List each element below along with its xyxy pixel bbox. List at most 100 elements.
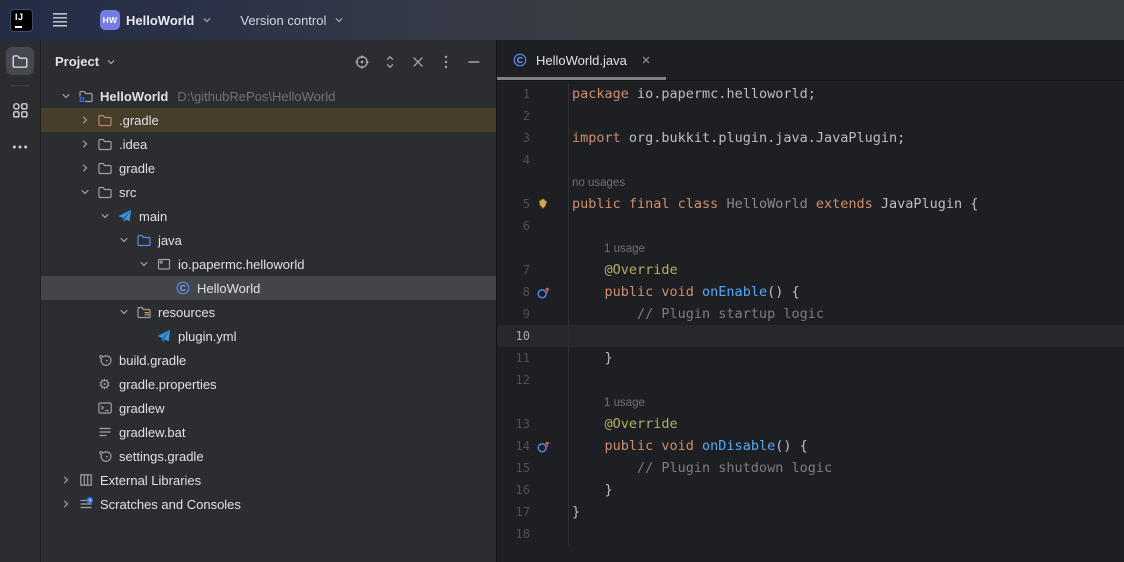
inlay-hint-row[interactable]: no usages bbox=[497, 171, 1124, 193]
tree-item[interactable]: .idea bbox=[41, 132, 496, 156]
chevron-down-icon[interactable] bbox=[116, 304, 132, 320]
chevron-down-icon bbox=[332, 13, 346, 27]
code-text[interactable] bbox=[568, 369, 1124, 391]
project-toolwindow-button[interactable] bbox=[6, 47, 34, 75]
code-line[interactable]: 6 bbox=[497, 215, 1124, 237]
tree-item[interactable]: HelloWorldD:\githubRePos\HelloWorld bbox=[41, 84, 496, 108]
tree-item[interactable]: Scratches and Consoles bbox=[41, 492, 496, 516]
code-line[interactable]: 3import org.bukkit.plugin.java.JavaPlugi… bbox=[497, 127, 1124, 149]
code-line[interactable]: 11 } bbox=[497, 347, 1124, 369]
chevron-down-icon[interactable] bbox=[77, 184, 93, 200]
code-line[interactable]: 9 // Plugin startup logic bbox=[497, 303, 1124, 325]
chevron-right-icon[interactable] bbox=[58, 472, 74, 488]
expand-selection-button[interactable] bbox=[379, 51, 400, 72]
code-line[interactable]: 13 @Override bbox=[497, 413, 1124, 435]
code-line[interactable]: 15 // Plugin shutdown logic bbox=[497, 457, 1124, 479]
code-text[interactable]: @Override bbox=[568, 259, 1124, 281]
code-line[interactable]: 1package io.papermc.helloworld; bbox=[497, 83, 1124, 105]
main-menu-icon[interactable] bbox=[51, 12, 69, 28]
chevron-down-icon bbox=[200, 13, 214, 27]
gutter[interactable] bbox=[530, 197, 568, 211]
inlay-hint-row[interactable]: 1 usage bbox=[497, 237, 1124, 259]
tab-title: HelloWorld.java bbox=[536, 53, 627, 68]
code-line[interactable]: 5public final class HelloWorld extends J… bbox=[497, 193, 1124, 215]
overrides-method-gutter-icon[interactable] bbox=[536, 439, 551, 454]
code-line[interactable]: 10 bbox=[497, 325, 1124, 347]
tree-item[interactable]: build.gradle bbox=[41, 348, 496, 372]
tree-item[interactable]: io.papermc.helloworld bbox=[41, 252, 496, 276]
chevron-down-icon[interactable] bbox=[58, 88, 74, 104]
tree-item[interactable]: java bbox=[41, 228, 496, 252]
chevron-right-icon[interactable] bbox=[77, 112, 93, 128]
code-editor[interactable]: 1package io.papermc.helloworld;23import … bbox=[497, 81, 1124, 562]
tree-item[interactable]: settings.gradle bbox=[41, 444, 496, 468]
code-text[interactable] bbox=[568, 325, 1124, 347]
code-line[interactable]: 4 bbox=[497, 149, 1124, 171]
hide-panel-button[interactable] bbox=[463, 51, 484, 72]
tree-item[interactable]: plugin.yml bbox=[41, 324, 496, 348]
version-control-widget-button[interactable]: Version control bbox=[232, 9, 354, 32]
folder-source-icon bbox=[135, 232, 152, 248]
tree-item[interactable]: CHelloWorld bbox=[41, 276, 496, 300]
code-line[interactable]: 7 @Override bbox=[497, 259, 1124, 281]
code-text[interactable]: } bbox=[568, 347, 1124, 369]
project-widget-button[interactable]: HW HelloWorld bbox=[92, 6, 222, 34]
code-text[interactable]: @Override bbox=[568, 413, 1124, 435]
usage-inlay-hint[interactable]: 1 usage bbox=[568, 391, 1124, 413]
chevron-down-icon[interactable] bbox=[136, 256, 152, 272]
chevron-down-icon[interactable] bbox=[97, 208, 113, 224]
usage-inlay-hint[interactable]: no usages bbox=[568, 171, 1124, 193]
chevron-right-icon[interactable] bbox=[77, 136, 93, 152]
tree-item[interactable]: gradlew.bat bbox=[41, 420, 496, 444]
tree-item-label: gradlew.bat bbox=[119, 425, 186, 440]
code-text[interactable]: public void onEnable() { bbox=[568, 281, 1124, 303]
more-toolwindows-button[interactable] bbox=[6, 133, 34, 161]
tree-item[interactable]: gradlew bbox=[41, 396, 496, 420]
code-text[interactable] bbox=[568, 105, 1124, 127]
tree-item[interactable]: External Libraries bbox=[41, 468, 496, 492]
code-line[interactable]: 14 public void onDisable() { bbox=[497, 435, 1124, 457]
panel-options-button[interactable] bbox=[435, 51, 456, 72]
code-text[interactable]: import org.bukkit.plugin.java.JavaPlugin… bbox=[568, 127, 1124, 149]
chevron-right-icon[interactable] bbox=[58, 496, 74, 512]
code-text[interactable]: public void onDisable() { bbox=[568, 435, 1124, 457]
code-text[interactable] bbox=[568, 523, 1124, 545]
code-text[interactable] bbox=[568, 149, 1124, 171]
structure-toolwindow-button[interactable] bbox=[6, 96, 34, 124]
code-text[interactable]: package io.papermc.helloworld; bbox=[568, 83, 1124, 105]
class-icon: C bbox=[512, 52, 528, 68]
tab-helloworld-java[interactable]: C HelloWorld.java bbox=[497, 40, 666, 80]
code-line[interactable]: 8 public void onEnable() { bbox=[497, 281, 1124, 303]
tree-item[interactable]: resources bbox=[41, 300, 496, 324]
code-text[interactable] bbox=[568, 215, 1124, 237]
gutter[interactable] bbox=[530, 439, 568, 454]
chevron-placeholder bbox=[77, 448, 93, 464]
code-text[interactable]: public final class HelloWorld extends Ja… bbox=[568, 193, 1124, 215]
code-line[interactable]: 2 bbox=[497, 105, 1124, 127]
project-view-selector[interactable]: Project bbox=[55, 54, 118, 69]
close-tab-icon[interactable] bbox=[639, 53, 653, 67]
inlay-hint-row[interactable]: 1 usage bbox=[497, 391, 1124, 413]
chevron-right-icon[interactable] bbox=[77, 160, 93, 176]
collapse-all-button[interactable] bbox=[407, 51, 428, 72]
tree-item[interactable]: ⚙gradle.properties bbox=[41, 372, 496, 396]
overrides-method-gutter-icon[interactable] bbox=[536, 285, 551, 300]
code-text[interactable]: // Plugin startup logic bbox=[568, 303, 1124, 325]
locate-file-button[interactable] bbox=[351, 51, 372, 72]
code-text[interactable]: // Plugin shutdown logic bbox=[568, 457, 1124, 479]
usage-inlay-hint[interactable]: 1 usage bbox=[568, 237, 1124, 259]
code-line[interactable]: 12 bbox=[497, 369, 1124, 391]
chevron-down-icon[interactable] bbox=[116, 232, 132, 248]
tree-item[interactable]: main bbox=[41, 204, 496, 228]
gutter[interactable] bbox=[530, 285, 568, 300]
tree-item[interactable]: gradle bbox=[41, 156, 496, 180]
code-text[interactable]: } bbox=[568, 501, 1124, 523]
code-line[interactable]: 17} bbox=[497, 501, 1124, 523]
code-text[interactable]: } bbox=[568, 479, 1124, 501]
code-line[interactable]: 18 bbox=[497, 523, 1124, 545]
plugin-gutter-icon[interactable] bbox=[536, 197, 550, 211]
scratches-icon bbox=[77, 496, 94, 512]
code-line[interactable]: 16 } bbox=[497, 479, 1124, 501]
tree-item[interactable]: src bbox=[41, 180, 496, 204]
tree-item[interactable]: .gradle bbox=[41, 108, 496, 132]
